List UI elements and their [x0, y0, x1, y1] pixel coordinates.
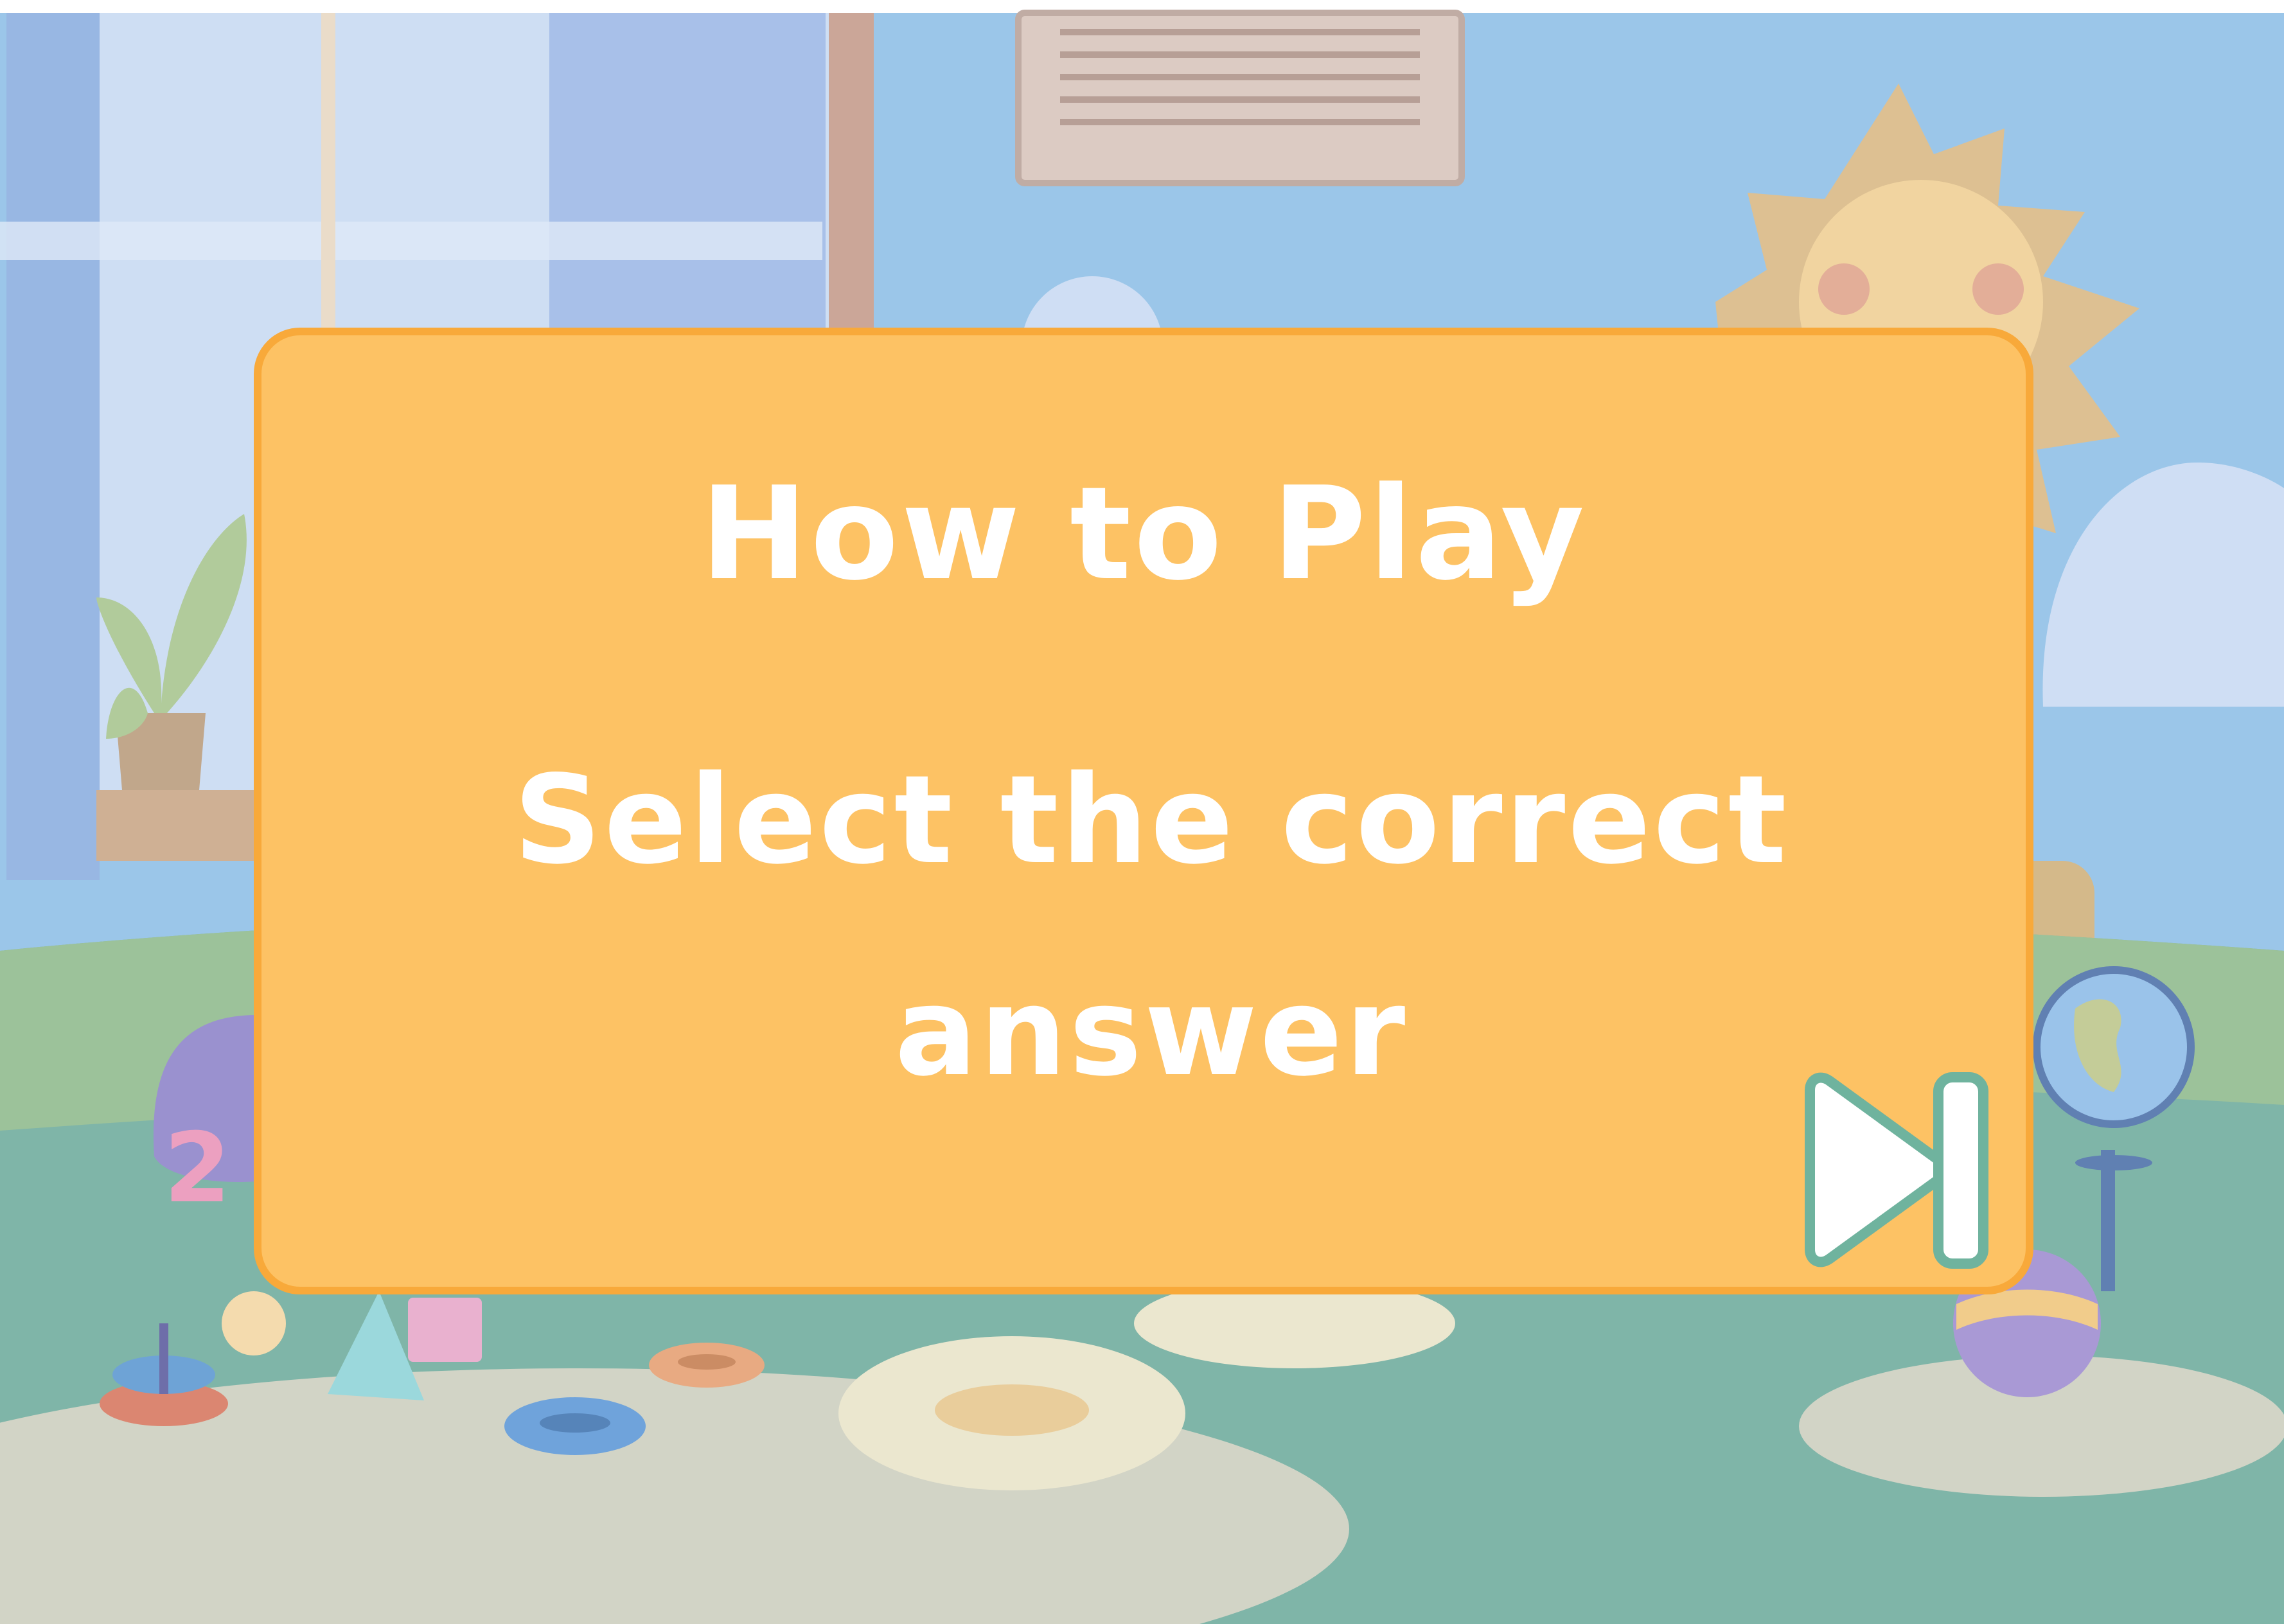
skip-button[interactable]	[1784, 1068, 2003, 1273]
game-screen: 2 How to Play Select the correct answer	[0, 0, 2284, 1624]
dialog-title: How to Play	[700, 459, 1588, 609]
dialog-instruction: Select the correct answer	[513, 749, 1789, 1103]
how-to-play-dialog: How to Play Select the correct answer	[254, 328, 2033, 1294]
skip-forward-icon	[1805, 1072, 1988, 1269]
